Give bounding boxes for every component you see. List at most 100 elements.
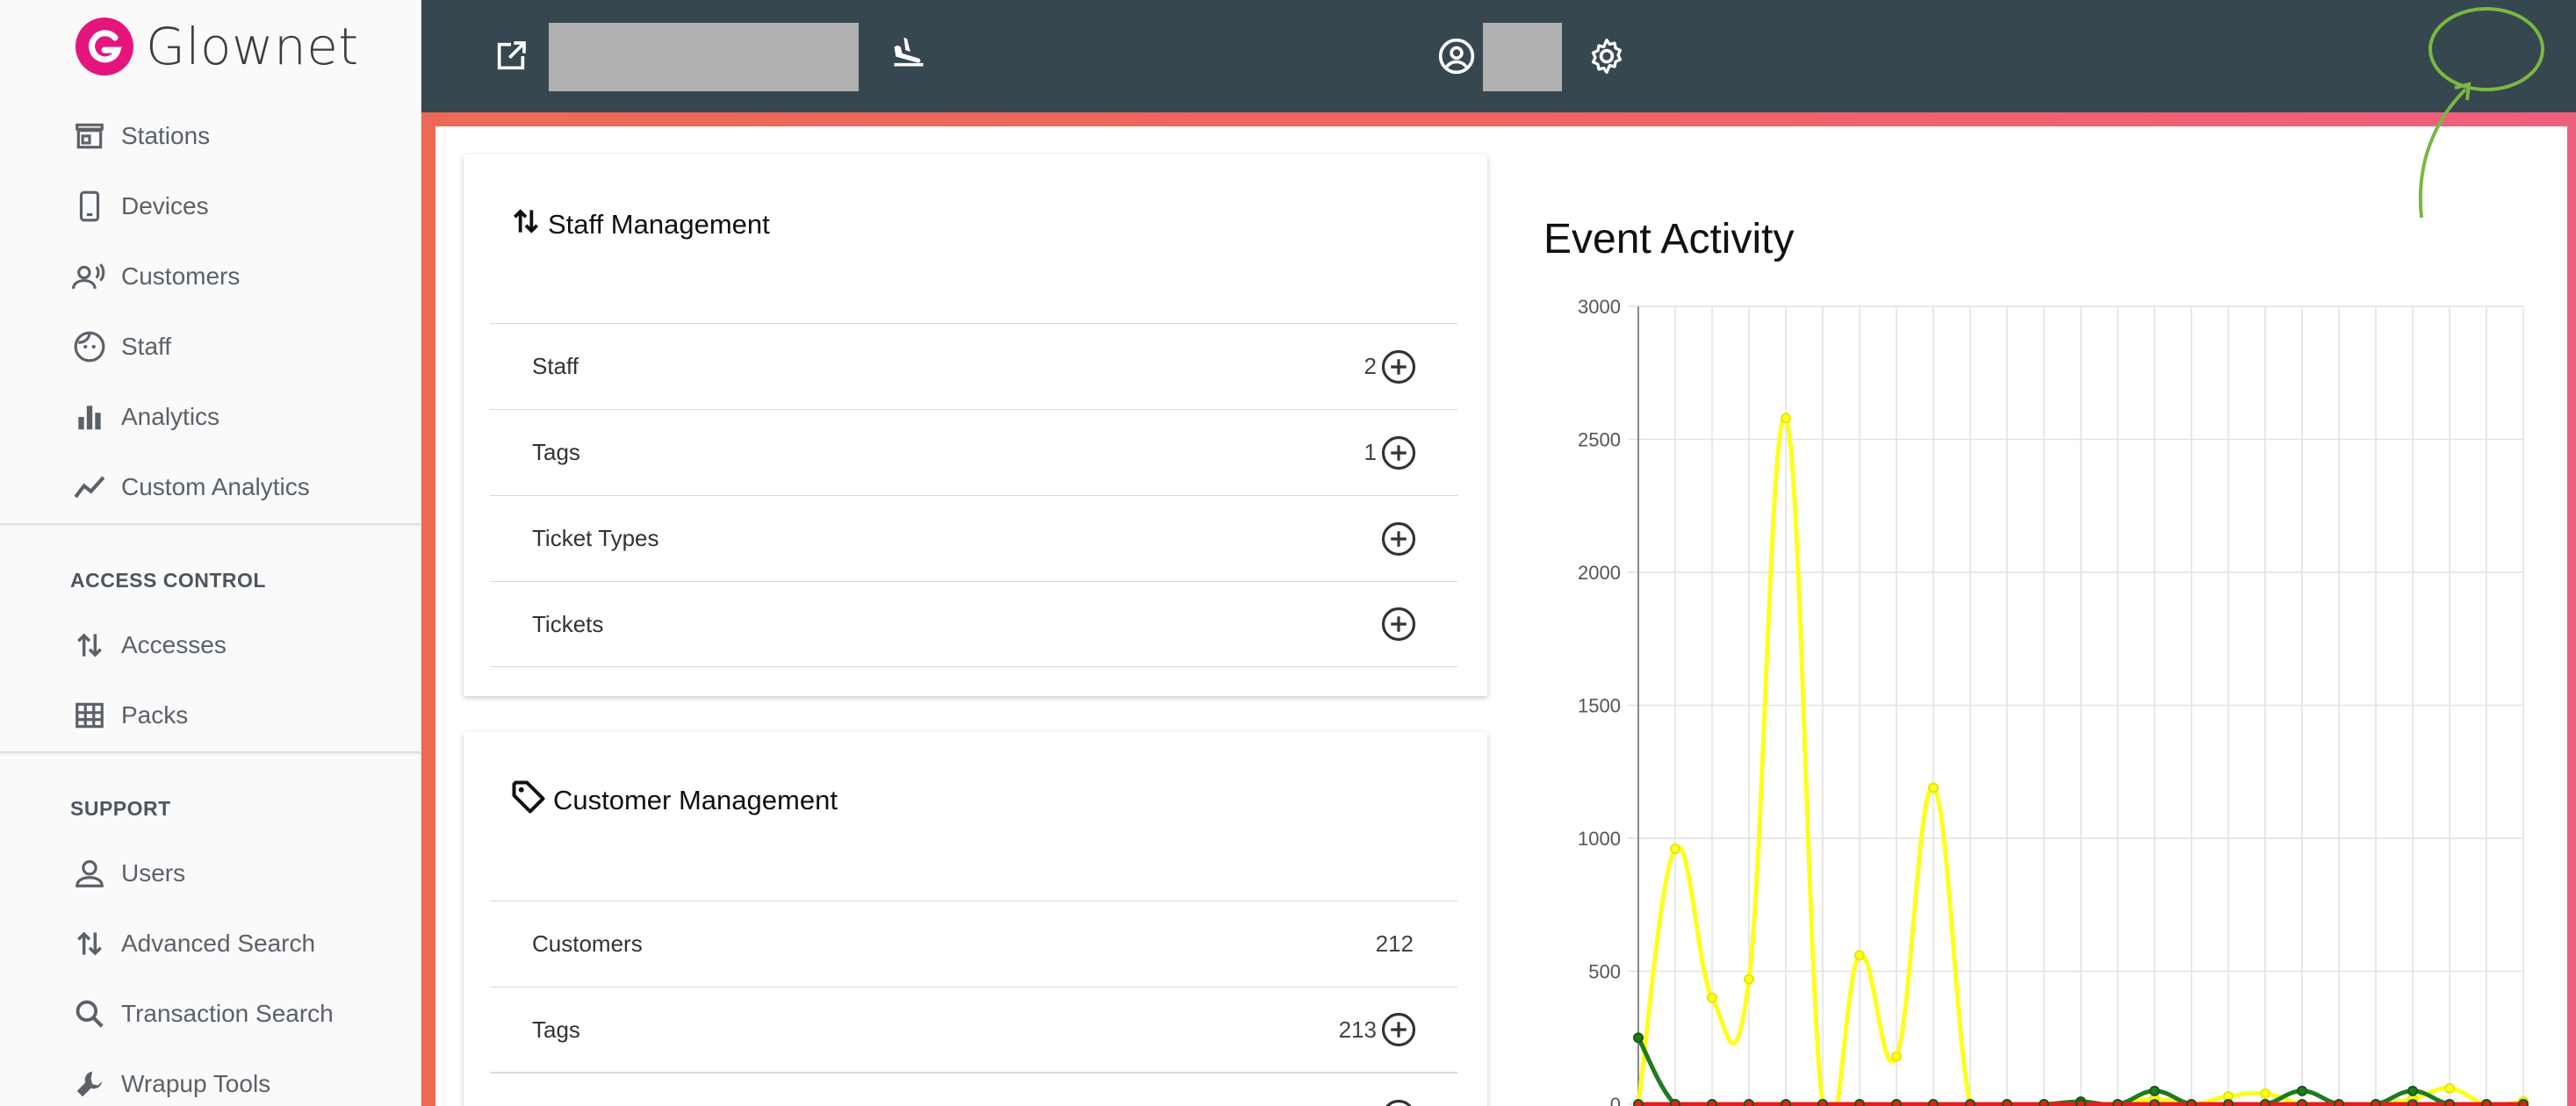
data-point: [2481, 1099, 2492, 1106]
data-point: [1744, 1099, 1754, 1106]
data-point: [1707, 1099, 1717, 1106]
sidebar-item-wrapup-tools[interactable]: Wrapup Tools: [0, 1049, 421, 1106]
y-tick-label: 0: [1610, 1094, 1621, 1106]
sidebar-item-transaction-search[interactable]: Transaction Search: [0, 979, 421, 1049]
data-point: [1965, 1099, 1975, 1106]
y-tick-label: 3000: [1578, 296, 1621, 318]
main-nav: Stations Devices Customers Staff Analyti…: [0, 101, 421, 522]
data-point: [2407, 1085, 2418, 1096]
customer-management-card: Customer Management Customers 212 Tags 2…: [464, 732, 1487, 1106]
data-point: [2076, 1099, 2086, 1106]
tag-icon: [509, 778, 548, 823]
y-tick-label: 2000: [1578, 562, 1621, 584]
sidebar-item-label: Advanced Search: [121, 930, 316, 957]
data-point: [2297, 1085, 2307, 1096]
open-external-icon[interactable]: [492, 37, 530, 75]
sidebar-item-label: Wrapup Tools: [121, 1070, 271, 1097]
gear-icon[interactable]: [1586, 35, 1628, 77]
card-title: Customer Management: [509, 778, 838, 823]
sidebar-item-advanced-search[interactable]: Advanced Search: [0, 908, 421, 979]
sidebar-item-label: Users: [121, 859, 186, 887]
support-nav: Users Advanced Search Transaction Search…: [0, 838, 421, 1106]
face-icon: [72, 329, 107, 364]
data-point: [2334, 1099, 2344, 1106]
sidebar-item-label: Accesses: [121, 631, 227, 658]
sidebar-item-analytics[interactable]: Analytics: [0, 382, 421, 452]
data-point: [2002, 1099, 2012, 1106]
table-row: Ticket Types: [490, 495, 1457, 581]
sidebar-item-packs[interactable]: Packs: [0, 680, 421, 750]
swap-vertical-icon: [72, 628, 107, 663]
data-point: [1891, 1051, 1902, 1062]
data-point: [1633, 1032, 1644, 1044]
sidebar-item-label: Analytics: [121, 403, 220, 430]
add-circle-icon[interactable]: [1380, 521, 1417, 557]
table-row: Staff 2: [490, 323, 1457, 409]
table-row: Tags 1: [490, 409, 1457, 495]
data-point: [1817, 1099, 1828, 1106]
phone-icon: [72, 189, 107, 224]
add-circle-icon[interactable]: [1380, 1098, 1417, 1106]
data-point: [2186, 1099, 2197, 1106]
customer-voice-icon: [72, 259, 107, 294]
swap-vertical-icon: [72, 926, 107, 961]
data-point: [1928, 782, 1939, 794]
y-tick-label: 2500: [1578, 429, 1621, 451]
sidebar-item-label: Transaction Search: [121, 1000, 334, 1027]
add-circle-icon[interactable]: [1380, 1011, 1417, 1048]
table-row: Tickets: [490, 581, 1457, 667]
data-point: [2149, 1099, 2160, 1106]
table-row: Customers 212: [490, 901, 1457, 987]
bar-chart-icon: [72, 399, 107, 434]
sidebar-item-devices[interactable]: Devices: [0, 171, 421, 241]
sidebar-item-staff[interactable]: Staff: [0, 312, 421, 382]
staff-management-card: Staff Management Staff 2 Tags 1 Ticket T…: [464, 154, 1487, 696]
event-name-placeholder[interactable]: [549, 23, 859, 91]
data-point: [1781, 1099, 1791, 1106]
data-point: [1744, 973, 1754, 985]
table-row: [490, 1073, 1457, 1106]
sidebar-item-label: Customers: [121, 262, 241, 290]
sidebar-item-label: Custom Analytics: [121, 473, 310, 500]
top-bar: [421, 0, 2576, 112]
search-icon: [72, 996, 107, 1031]
sidebar: Glownet Stations Devices Customers Staff: [0, 0, 421, 1106]
brand-name: Glownet: [146, 17, 359, 76]
add-circle-icon[interactable]: [1380, 434, 1417, 471]
chart-title: Event Activity: [1543, 216, 1795, 262]
table-row: Tags 213: [490, 987, 1457, 1073]
sidebar-item-stations[interactable]: Stations: [0, 101, 421, 171]
data-point: [2260, 1088, 2270, 1099]
brand-logo[interactable]: Glownet: [76, 16, 359, 77]
sidebar-item-label: Devices: [121, 192, 209, 219]
account-circle-icon[interactable]: [1436, 35, 1478, 77]
wrench-icon: [72, 1066, 107, 1102]
store-icon: [72, 118, 107, 154]
y-tick-label: 1000: [1578, 828, 1621, 850]
access-nav: Accesses Packs: [0, 610, 421, 750]
data-point: [2518, 1099, 2529, 1106]
y-tick-label: 500: [1588, 961, 1621, 983]
grid-icon: [72, 698, 107, 733]
section-title-support: SUPPORT: [70, 797, 171, 820]
data-point: [1781, 413, 1791, 424]
data-point: [1891, 1099, 1902, 1106]
sidebar-item-users[interactable]: Users: [0, 838, 421, 908]
sidebar-item-customers[interactable]: Customers: [0, 241, 421, 312]
sidebar-item-custom-analytics[interactable]: Custom Analytics: [0, 452, 421, 522]
card-title: Staff Management: [509, 202, 770, 248]
data-point: [2297, 1099, 2307, 1106]
data-point: [1670, 1099, 1680, 1106]
user-name-placeholder[interactable]: [1483, 23, 1562, 91]
flight-land-icon[interactable]: [887, 30, 931, 74]
add-circle-icon[interactable]: [1380, 348, 1417, 385]
sidebar-divider: [0, 523, 421, 525]
sidebar-item-label: Packs: [121, 701, 189, 729]
event-activity-chart: 0 500 1000 1500 2000 2500 3000: [1578, 296, 2529, 1106]
data-point: [2223, 1099, 2234, 1106]
add-circle-icon[interactable]: [1380, 606, 1417, 643]
sidebar-item-accesses[interactable]: Accesses: [0, 610, 421, 680]
data-point: [1854, 1099, 1865, 1106]
data-point: [1707, 992, 1717, 1003]
data-point: [2444, 1099, 2455, 1106]
